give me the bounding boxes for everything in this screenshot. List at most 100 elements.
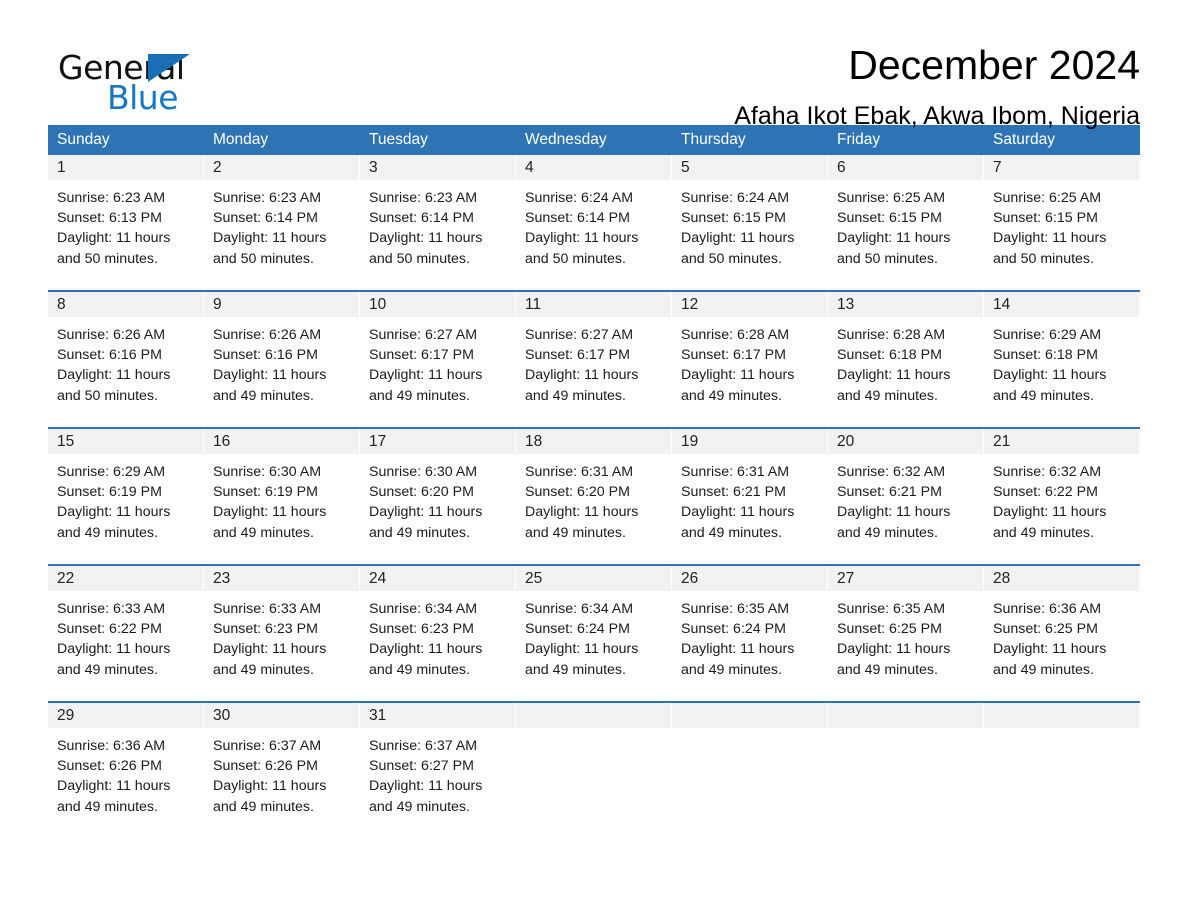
day-cell[interactable]: 16 Sunrise: 6:30 AM Sunset: 6:19 PM Dayligh…	[204, 429, 360, 564]
day-number-band: 20	[828, 429, 984, 454]
day-cell[interactable]: 9 Sunrise: 6:26 AM Sunset: 6:16 PM Daylight…	[204, 292, 360, 427]
day-detail-line: Sunset: 6:27 PM	[369, 758, 474, 775]
page-title: December 2024	[848, 42, 1140, 88]
day-details	[516, 728, 672, 736]
day-detail-line: Sunset: 6:20 PM	[525, 484, 630, 501]
day-detail-line: and 49 minutes.	[213, 661, 314, 678]
day-number-band: 31	[360, 703, 516, 728]
day-detail-line: Daylight: 11 hours	[57, 230, 171, 247]
day-cell[interactable]: 26 Sunrise: 6:35 AM Sunset: 6:24 PM Dayligh…	[672, 566, 828, 701]
day-detail-line: and 49 minutes.	[57, 524, 158, 541]
day-detail-line: Sunset: 6:17 PM	[369, 347, 474, 364]
day-cell[interactable]: 3 Sunrise: 6:23 AM Sunset: 6:14 PM Daylight…	[360, 155, 516, 290]
day-cell[interactable]: 31 Sunrise: 6:37 AM Sunset: 6:27 PM Dayligh…	[360, 703, 516, 823]
day-cell[interactable]: 6 Sunrise: 6:25 AM Sunset: 6:15 PM Daylight…	[828, 155, 984, 290]
day-detail-line: Daylight: 11 hours	[681, 504, 795, 521]
day-details: Sunrise: 6:23 AM Sunset: 6:13 PM Daylight:…	[48, 180, 204, 269]
day-detail-line: Daylight: 11 hours	[213, 367, 327, 384]
day-details: Sunrise: 6:30 AM Sunset: 6:20 PM Daylight:…	[360, 454, 516, 543]
day-detail-line: Sunset: 6:25 PM	[837, 621, 942, 638]
day-detail-line: Sunrise: 6:25 AM	[993, 190, 1102, 206]
day-cell[interactable]: 18 Sunrise: 6:31 AM Sunset: 6:20 PM Dayligh…	[516, 429, 672, 564]
day-cell[interactable]: 10 Sunrise: 6:27 AM Sunset: 6:17 PM Dayligh…	[360, 292, 516, 427]
day-cell[interactable]: 15 Sunrise: 6:29 AM Sunset: 6:19 PM Dayligh…	[48, 429, 204, 564]
day-cell[interactable]: 17 Sunrise: 6:30 AM Sunset: 6:20 PM Dayligh…	[360, 429, 516, 564]
day-details: Sunrise: 6:23 AM Sunset: 6:14 PM Daylight:…	[360, 180, 516, 269]
day-cell[interactable]: 7 Sunrise: 6:25 AM Sunset: 6:15 PM Daylight…	[984, 155, 1140, 290]
day-cell[interactable]: 19 Sunrise: 6:31 AM Sunset: 6:21 PM Dayligh…	[672, 429, 828, 564]
day-detail-line: and 49 minutes.	[369, 524, 470, 541]
day-cell[interactable]: 25 Sunrise: 6:34 AM Sunset: 6:24 PM Dayligh…	[516, 566, 672, 701]
day-cell[interactable]: 14 Sunrise: 6:29 AM Sunset: 6:18 PM Dayligh…	[984, 292, 1140, 427]
day-number-band: 24	[360, 566, 516, 591]
day-cell[interactable]: 13 Sunrise: 6:28 AM Sunset: 6:18 PM Dayligh…	[828, 292, 984, 427]
day-detail-line: Sunrise: 6:30 AM	[369, 464, 478, 480]
day-cell[interactable]: 30 Sunrise: 6:37 AM Sunset: 6:26 PM Dayligh…	[204, 703, 360, 823]
day-cell-empty	[984, 703, 1140, 823]
day-cell[interactable]: 8 Sunrise: 6:26 AM Sunset: 6:16 PM Daylight…	[48, 292, 204, 427]
day-number: 9	[213, 296, 222, 313]
day-number-band: 10	[360, 292, 516, 317]
day-cell[interactable]: 11 Sunrise: 6:27 AM Sunset: 6:17 PM Dayligh…	[516, 292, 672, 427]
page-header: General Blue December 2024 Afaha Ikot Eb…	[48, 0, 1140, 130]
day-detail-line: Sunrise: 6:33 AM	[57, 601, 166, 617]
day-detail-line: Sunset: 6:23 PM	[213, 621, 318, 638]
day-cell[interactable]: 28 Sunrise: 6:36 AM Sunset: 6:25 PM Dayligh…	[984, 566, 1140, 701]
day-number-band: 18	[516, 429, 672, 454]
day-details: Sunrise: 6:29 AM Sunset: 6:18 PM Daylight:…	[984, 317, 1140, 406]
day-number: 11	[525, 296, 542, 313]
day-number-band: 25	[516, 566, 672, 591]
day-cell[interactable]: 4 Sunrise: 6:24 AM Sunset: 6:14 PM Daylight…	[516, 155, 672, 290]
day-detail-line: and 50 minutes.	[993, 250, 1094, 267]
calendar-week-grid: 22 Sunrise: 6:33 AM Sunset: 6:22 PM Dayligh…	[48, 566, 1140, 701]
day-number: 4	[525, 159, 534, 176]
day-cell[interactable]: 21 Sunrise: 6:32 AM Sunset: 6:22 PM Dayligh…	[984, 429, 1140, 564]
day-cell[interactable]: 29 Sunrise: 6:36 AM Sunset: 6:26 PM Dayligh…	[48, 703, 204, 823]
day-cell[interactable]: 20 Sunrise: 6:32 AM Sunset: 6:21 PM Dayligh…	[828, 429, 984, 564]
day-detail-line: Daylight: 11 hours	[837, 230, 951, 247]
day-detail-line: Sunset: 6:24 PM	[681, 621, 786, 638]
title-block: December 2024 Afaha Ikot Ebak, Akwa Ibom…	[248, 40, 1140, 131]
day-cell[interactable]: 2 Sunrise: 6:23 AM Sunset: 6:14 PM Daylight…	[204, 155, 360, 290]
day-number-band: 14	[984, 292, 1140, 317]
day-cell[interactable]: 1 Sunrise: 6:23 AM Sunset: 6:13 PM Daylight…	[48, 155, 204, 290]
weekday-header-friday: Friday	[837, 131, 881, 148]
day-cell[interactable]: 23 Sunrise: 6:33 AM Sunset: 6:23 PM Dayligh…	[204, 566, 360, 701]
day-details: Sunrise: 6:28 AM Sunset: 6:18 PM Daylight:…	[828, 317, 984, 406]
day-details: Sunrise: 6:34 AM Sunset: 6:24 PM Daylight:…	[516, 591, 672, 680]
calendar-week-grid: 1 Sunrise: 6:23 AM Sunset: 6:13 PM Daylight…	[48, 155, 1140, 290]
logo-text-blue: Blue	[107, 78, 179, 117]
day-details: Sunrise: 6:32 AM Sunset: 6:22 PM Daylight:…	[984, 454, 1140, 543]
day-number-band	[516, 703, 672, 728]
day-detail-line: Sunset: 6:23 PM	[369, 621, 474, 638]
day-detail-line: and 50 minutes.	[57, 387, 158, 404]
day-detail-line: Sunset: 6:18 PM	[837, 347, 942, 364]
day-detail-line: Sunset: 6:14 PM	[213, 210, 318, 227]
day-cell[interactable]: 22 Sunrise: 6:33 AM Sunset: 6:22 PM Dayligh…	[48, 566, 204, 701]
day-number-band: 12	[672, 292, 828, 317]
day-detail-line: Daylight: 11 hours	[681, 641, 795, 658]
day-detail-line: Daylight: 11 hours	[525, 367, 639, 384]
day-cell-empty	[516, 703, 672, 823]
day-number: 29	[57, 707, 75, 724]
day-cell[interactable]: 27 Sunrise: 6:35 AM Sunset: 6:25 PM Dayligh…	[828, 566, 984, 701]
day-details	[984, 728, 1140, 736]
day-detail-line: Daylight: 11 hours	[837, 641, 951, 658]
day-cell[interactable]: 24 Sunrise: 6:34 AM Sunset: 6:23 PM Dayligh…	[360, 566, 516, 701]
day-detail-line: and 49 minutes.	[213, 798, 314, 815]
day-cell[interactable]: 5 Sunrise: 6:24 AM Sunset: 6:15 PM Daylight…	[672, 155, 828, 290]
day-detail-line: and 49 minutes.	[57, 661, 158, 678]
day-number: 31	[369, 707, 387, 724]
day-number: 5	[681, 159, 690, 176]
day-details: Sunrise: 6:31 AM Sunset: 6:21 PM Daylight:…	[672, 454, 828, 543]
day-number: 8	[57, 296, 66, 313]
day-number-band	[828, 703, 984, 728]
weekday-header-monday: Monday	[213, 131, 269, 148]
day-cell[interactable]: 12 Sunrise: 6:28 AM Sunset: 6:17 PM Dayligh…	[672, 292, 828, 427]
day-detail-line: Daylight: 11 hours	[57, 504, 171, 521]
day-number-band: 19	[672, 429, 828, 454]
day-detail-line: Sunrise: 6:36 AM	[57, 738, 166, 754]
day-details: Sunrise: 6:29 AM Sunset: 6:19 PM Daylight:…	[48, 454, 204, 543]
day-detail-line: Sunrise: 6:37 AM	[213, 738, 322, 754]
day-number: 25	[525, 570, 543, 587]
